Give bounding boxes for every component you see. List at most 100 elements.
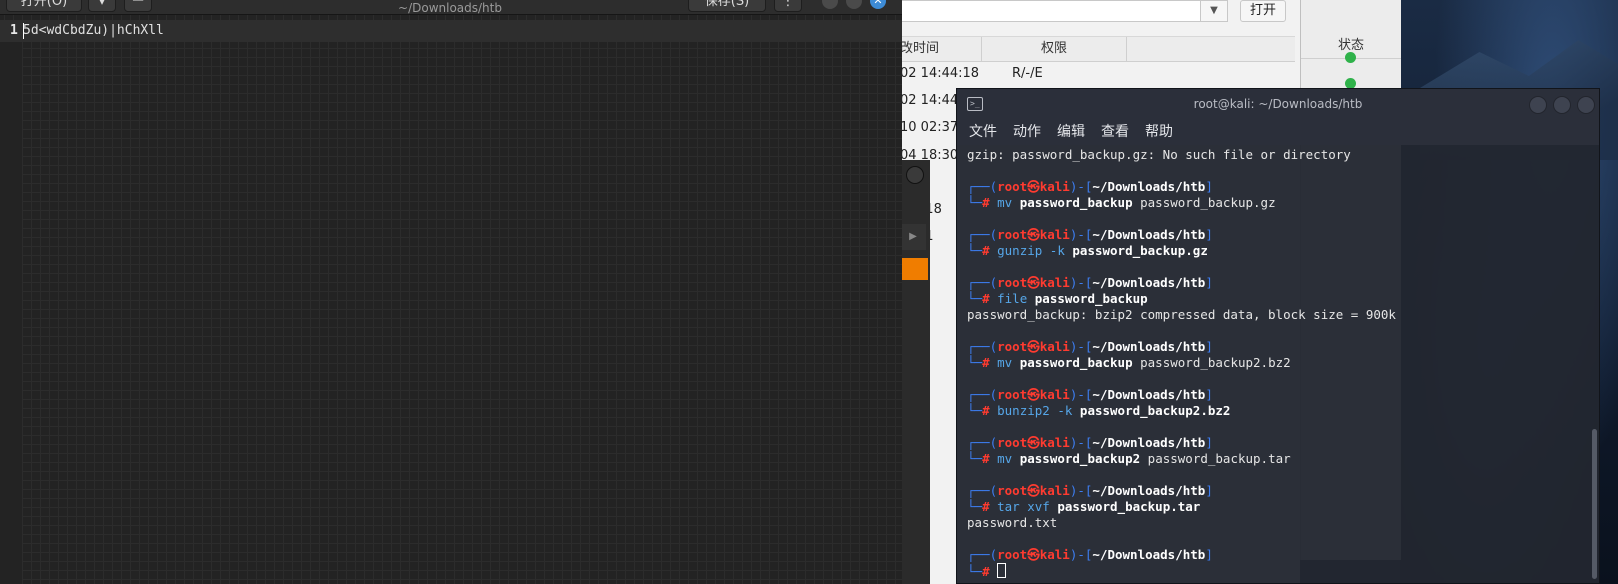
prompt-host: kali xyxy=(1039,387,1070,402)
close-icon[interactable] xyxy=(1577,96,1595,114)
prompt-frame: └─ xyxy=(967,499,983,514)
terminal-title: root@kali: ~/Downloads/htb xyxy=(1193,97,1363,111)
prompt-hash: # xyxy=(982,499,998,514)
prompt-frame: ┌──( xyxy=(967,227,998,242)
command-space xyxy=(1012,451,1020,466)
open-file-button[interactable]: 打开(O) xyxy=(6,0,82,12)
minimize-icon[interactable] xyxy=(1529,96,1547,114)
menu-file[interactable]: 文件 xyxy=(969,119,997,145)
prompt-user: root xyxy=(997,179,1028,194)
menu-help[interactable]: 帮助 xyxy=(1145,119,1173,145)
command-line: └─# mv password_backup2 password_backup.… xyxy=(967,451,1587,467)
command-name: mv xyxy=(997,355,1013,370)
prompt-host: kali xyxy=(1039,179,1070,194)
prompt-frame: )-[ xyxy=(1069,483,1093,498)
open-menu-chevron-icon[interactable]: ▾ xyxy=(88,0,116,12)
terminal-output[interactable]: gzip: password_backup.gz: No such file o… xyxy=(967,147,1587,579)
prompt-frame: ] xyxy=(1205,435,1213,450)
command-space xyxy=(1027,291,1035,306)
document-path: ~/Downloads/htb xyxy=(398,1,502,15)
prompt-user: root xyxy=(997,435,1028,450)
prompt-line: ┌──(root㉿kali)-[~/Downloads/htb] xyxy=(967,483,1587,499)
side-panel: ▶ xyxy=(900,160,930,584)
prompt-at-symbol: ㉿ xyxy=(1027,227,1040,242)
command-arg: password_backup.gz xyxy=(1072,243,1208,258)
terminal-titlebar: >_ root@kali: ~/Downloads/htb xyxy=(957,89,1599,119)
prompt-frame: └─ xyxy=(967,243,983,258)
command-line: └─# mv password_backup password_backup2.… xyxy=(967,355,1587,371)
command-space xyxy=(1012,195,1020,210)
prompt-line: ┌──(root㉿kali)-[~/Downloads/htb] xyxy=(967,227,1587,243)
terminal-cursor xyxy=(997,563,1007,578)
close-icon[interactable]: ✕ xyxy=(870,0,886,9)
prompt-at-symbol: ㉿ xyxy=(1027,339,1040,354)
editor-headerbar: 打开(O) ▾ ▀ ~/Downloads/htb 保存(S) ⋮ ✕ xyxy=(0,0,902,15)
editor-text-area[interactable]: 1 5d<wdCbdZu)|hChXll xyxy=(0,15,902,584)
column-modified-time[interactable]: 改时间 xyxy=(900,37,982,61)
prompt-path: ~/Downloads/htb xyxy=(1092,547,1206,562)
output-line: password_backup: bzip2 compressed data, … xyxy=(967,307,1396,322)
command-space xyxy=(1072,403,1080,418)
prompt-user: root xyxy=(997,227,1028,242)
command-arg: password_backup xyxy=(1034,291,1148,306)
column-permissions[interactable]: 权限 xyxy=(982,37,1127,61)
maximize-icon[interactable] xyxy=(846,0,862,9)
command-arg-rest: password_backup.tar xyxy=(1140,451,1291,466)
terminal-window: >_ root@kali: ~/Downloads/htb 文件 动作 编辑 查… xyxy=(956,88,1600,584)
save-button[interactable]: 保存(S) xyxy=(688,0,766,12)
command-line: └─# file password_backup xyxy=(967,291,1587,307)
line-number: 1 xyxy=(10,23,18,38)
prompt-user: root xyxy=(997,339,1028,354)
minimize-icon[interactable] xyxy=(822,0,838,9)
prompt-frame: ┌──( xyxy=(967,547,998,562)
panel-circle-icon[interactable] xyxy=(906,166,924,184)
prompt-user: root xyxy=(997,483,1028,498)
table-row[interactable]: 02 14:44:18 R/-/E xyxy=(900,60,1295,88)
status-online-icon xyxy=(1345,52,1356,63)
prompt-frame: ] xyxy=(1205,339,1213,354)
prompt-frame: )-[ xyxy=(1069,547,1093,562)
location-dropdown-button[interactable]: ▼ xyxy=(1200,0,1228,22)
prompt-line: ┌──(root㉿kali)-[~/Downloads/htb] xyxy=(967,387,1587,403)
command-space xyxy=(1012,355,1020,370)
command-name: mv xyxy=(997,195,1013,210)
expand-arrow-icon[interactable]: ▶ xyxy=(900,224,926,250)
maximize-icon[interactable] xyxy=(1553,96,1571,114)
prompt-frame: └─ xyxy=(967,355,983,370)
prompt-host: kali xyxy=(1039,435,1070,450)
prompt-path: ~/Downloads/htb xyxy=(1092,483,1206,498)
line-content[interactable]: 5d<wdCbdZu)|hChXll xyxy=(23,20,164,42)
highlight-marker xyxy=(902,258,928,280)
command-line: └─# mv password_backup password_backup.g… xyxy=(967,195,1587,211)
prompt-frame: ┌──( xyxy=(967,275,998,290)
output-line: gzip: password_backup.gz: No such file o… xyxy=(967,147,1351,162)
prompt-hash: # xyxy=(982,243,998,258)
menu-kebab-icon[interactable]: ⋮ xyxy=(774,0,802,12)
menu-view[interactable]: 查看 xyxy=(1101,119,1129,145)
terminal-scrollbar[interactable] xyxy=(1592,429,1597,579)
prompt-frame: )-[ xyxy=(1069,227,1093,242)
prompt-frame: ] xyxy=(1205,179,1213,194)
prompt-frame: ] xyxy=(1205,547,1213,562)
prompt-frame: ┌──( xyxy=(967,339,998,354)
command-name: bunzip2 -k xyxy=(997,403,1073,418)
file-list-header: 改时间 权限 xyxy=(900,36,1295,62)
text-cursor xyxy=(23,23,24,39)
open-button[interactable]: 打开 xyxy=(1240,0,1286,22)
prompt-path: ~/Downloads/htb xyxy=(1092,339,1206,354)
prompt-user: root xyxy=(997,387,1028,402)
command-name: mv xyxy=(997,451,1013,466)
menu-edit[interactable]: 编辑 xyxy=(1057,119,1085,145)
new-document-icon[interactable]: ▀ xyxy=(124,0,152,12)
menu-actions[interactable]: 动作 xyxy=(1013,119,1041,145)
command-arg: password_backup2.bz2 xyxy=(1079,403,1231,418)
prompt-path: ~/Downloads/htb xyxy=(1092,227,1206,242)
command-line: └─# xyxy=(967,563,1587,579)
location-input[interactable] xyxy=(900,0,1222,22)
prompt-frame: ] xyxy=(1205,483,1213,498)
prompt-host: kali xyxy=(1039,227,1070,242)
prompt-line: ┌──(root㉿kali)-[~/Downloads/htb] xyxy=(967,435,1587,451)
